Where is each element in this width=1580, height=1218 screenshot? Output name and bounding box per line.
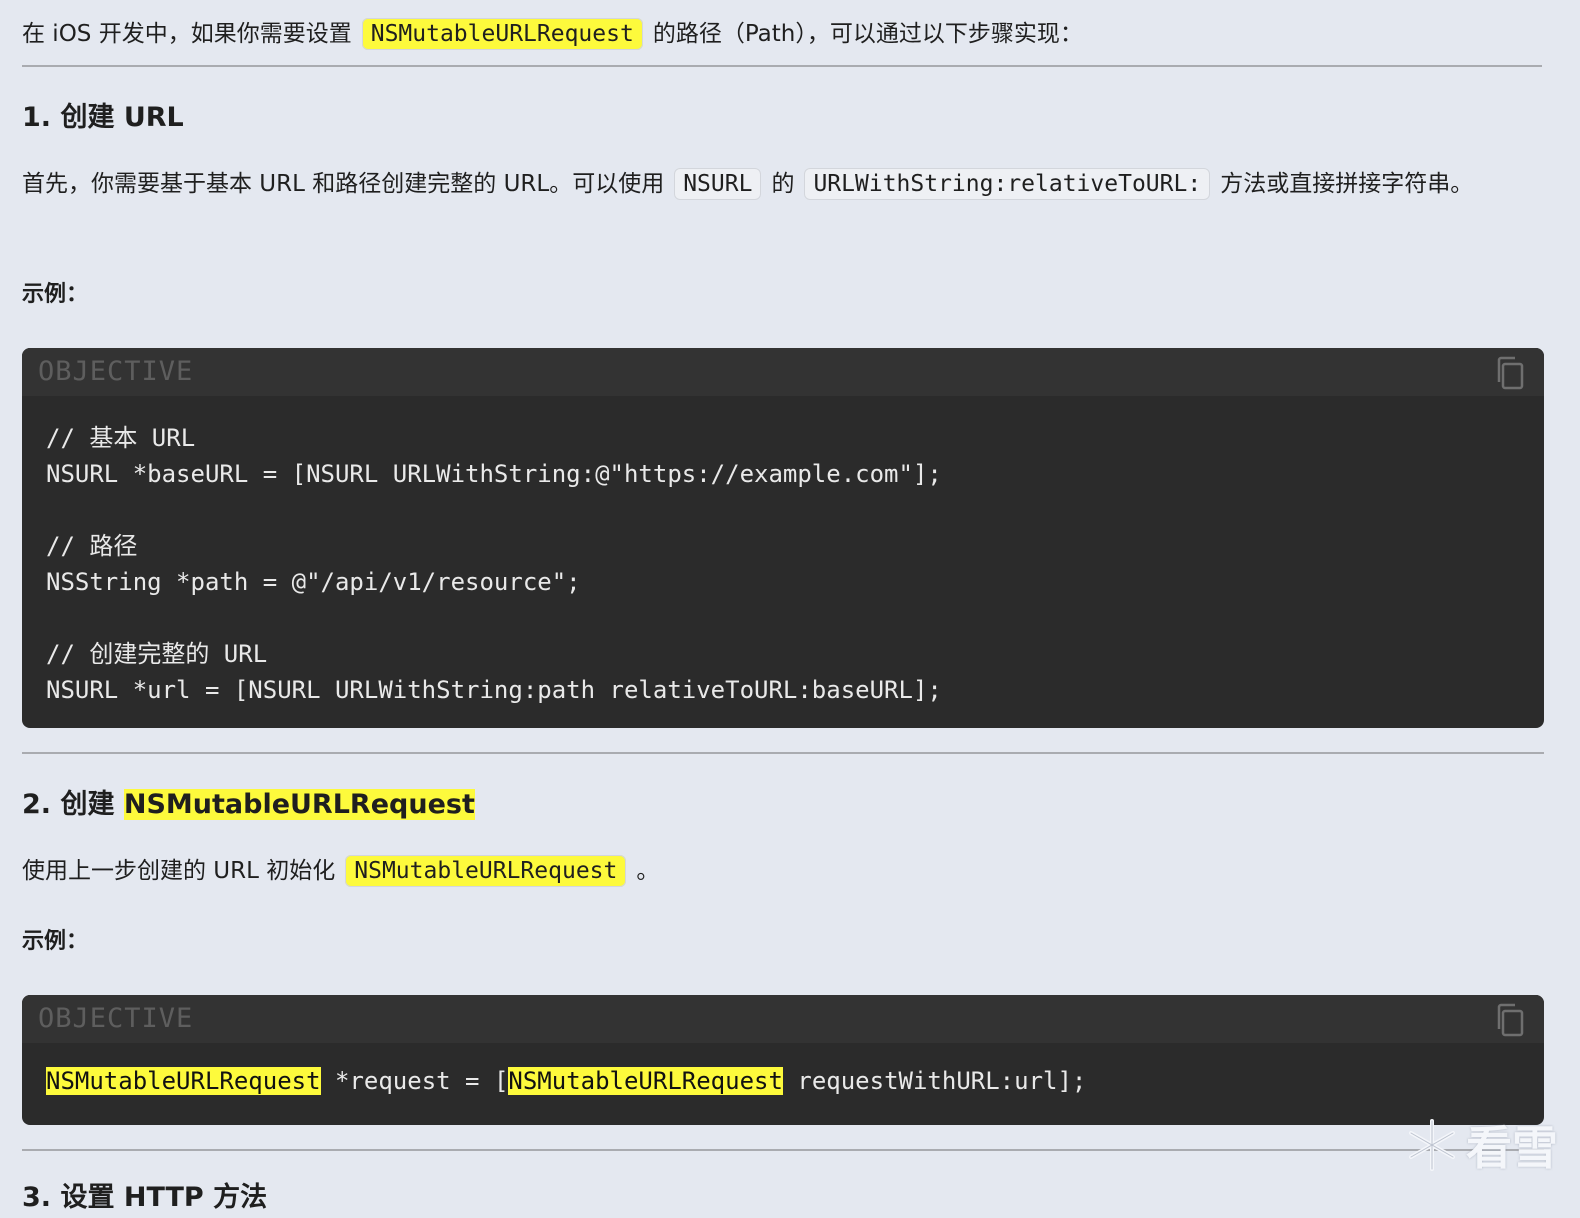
inline-code-nsmutableurlrequest: NSMutableURLRequest (345, 855, 627, 887)
watermark-text: 看雪 (1466, 1121, 1558, 1175)
section2-heading: 2. 创建 NSMutableURLRequest (22, 785, 475, 825)
section3-heading: 3. 设置 HTTP 方法 (22, 1182, 268, 1213)
section1-paragraph: 首先，你需要基于基本 URL 和路径创建完整的 URL。可以使用 NSURL 的 UR… (22, 164, 1532, 204)
intro-paragraph: 在 iOS 开发中，如果你需要设置 NSMutableURLRequest 的路径（… (22, 14, 1083, 54)
code-line: // 创建完整的 URL (46, 640, 268, 668)
section1-text-after: 方法或直接拼接字符串。 (1220, 171, 1474, 197)
code-language-label: OBJECTIVE (38, 356, 194, 387)
code-block-body: NSMutableURLRequest *request = [NSMutabl… (22, 1043, 1544, 1119)
section1-example-label: 示例： (22, 282, 89, 307)
code-text: requestWithURL:url]; (782, 1067, 1087, 1095)
inline-code-nsurl: NSURL (674, 168, 762, 200)
copy-icon[interactable] (1496, 356, 1524, 390)
divider (22, 752, 1544, 754)
section2-example-label: 示例： (22, 929, 89, 954)
copy-icon[interactable] (1496, 1003, 1524, 1037)
code-block-1: OBJECTIVE // 基本 URL NSURL *baseURL = [NS… (22, 348, 1544, 728)
section2-heading-prefix: 2. 创建 (22, 789, 115, 820)
section2-text-after: 。 (636, 858, 660, 884)
snowflake-icon (1409, 1119, 1455, 1171)
divider (22, 1149, 1544, 1151)
section1-text-before: 首先，你需要基于基本 URL 和路径创建完整的 URL。可以使用 (22, 171, 665, 197)
code-block-2: OBJECTIVE NSMutableURLRequest *request =… (22, 995, 1544, 1125)
code-line: // 路径 (46, 532, 138, 560)
section1-text-mid: 的 (771, 171, 795, 197)
inline-code-urlwithstring: URLWithString:relativeToURL: (804, 168, 1211, 200)
divider (22, 65, 1542, 67)
code-language-label: OBJECTIVE (38, 1003, 194, 1034)
section2-text-before: 使用上一步创建的 URL 初始化 (22, 858, 336, 884)
intro-text-before: 在 iOS 开发中，如果你需要设置 (22, 21, 352, 47)
code-line: NSURL *baseURL = [NSURL URLWithString:@"… (46, 460, 942, 488)
code-line: NSURL *url = [NSURL URLWithString:path r… (46, 676, 942, 704)
code-line: // 基本 URL (46, 424, 196, 452)
watermark: 看雪 (1404, 1112, 1558, 1178)
code-block-header: OBJECTIVE (22, 348, 1544, 396)
code-highlight: NSMutableURLRequest (508, 1067, 783, 1095)
section2-heading-highlight: NSMutableURLRequest (123, 789, 475, 820)
inline-code-nsmutableurlrequest: NSMutableURLRequest (361, 18, 643, 50)
code-highlight: NSMutableURLRequest (46, 1067, 321, 1095)
section1-heading: 1. 创建 URL (22, 102, 184, 133)
code-block-body: // 基本 URL NSURL *baseURL = [NSURL URLWit… (22, 396, 1544, 728)
code-text: *request = [ (320, 1067, 509, 1095)
code-block-header: OBJECTIVE (22, 995, 1544, 1043)
intro-text-after: 的路径（Path），可以通过以下步骤实现： (652, 21, 1083, 47)
section2-paragraph: 使用上一步创建的 URL 初始化 NSMutableURLRequest 。 (22, 851, 659, 891)
code-line: NSMutableURLRequest *request = [NSMutabl… (46, 1063, 1520, 1099)
code-line: NSString *path = @"/api/v1/resource"; (46, 568, 581, 596)
